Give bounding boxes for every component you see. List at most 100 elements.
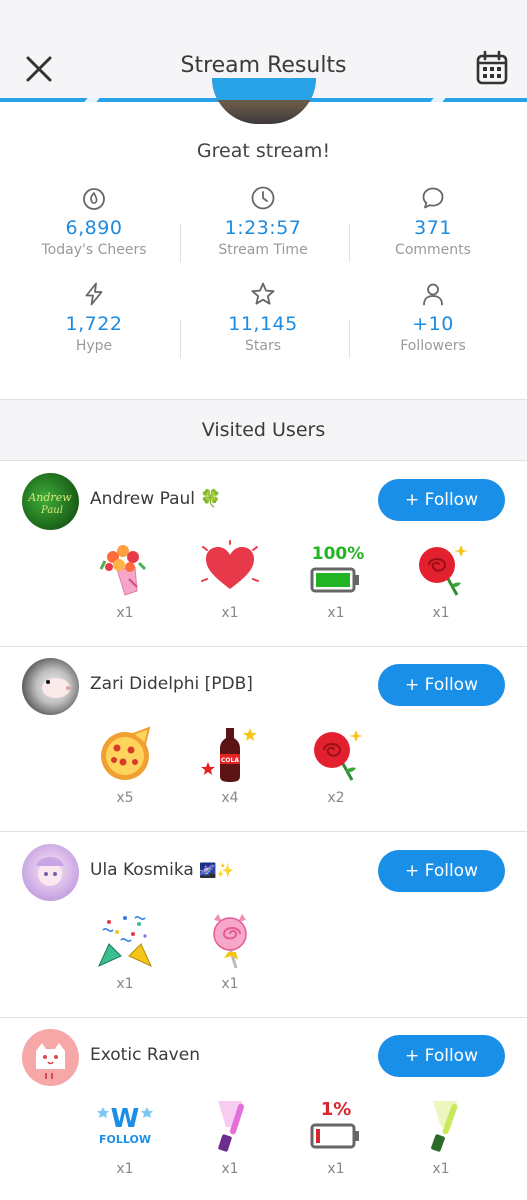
user-name-text: Zari Didelphi [PDB] — [90, 674, 253, 694]
clover-badge-icon: 🍀 — [200, 489, 222, 509]
visited-user-row: Ula Kosmika 🌌✨ + Follow x1 x1 — [0, 832, 527, 1018]
gift-count: x1 — [116, 976, 134, 992]
gift-count: x2 — [327, 790, 345, 806]
stat-value: 1,722 — [65, 313, 123, 335]
gift-item: 100% x1 — [304, 539, 368, 621]
cheers-icon — [83, 188, 105, 210]
gift-count: x1 — [116, 605, 134, 621]
stat-label: Hype — [75, 338, 113, 354]
gift-count: x1 — [432, 1161, 450, 1177]
battery-full-icon: 100% — [310, 544, 365, 593]
star-icon — [251, 282, 275, 305]
visited-user-row: Exotic Raven + Follow W FOLLOW x1 x1 1% … — [0, 1017, 527, 1200]
gift-item: x1 — [198, 1095, 262, 1177]
battery-low-label: 1% — [321, 1099, 352, 1120]
user-name[interactable]: Exotic Raven — [90, 1045, 200, 1065]
page-title: Stream Results — [180, 53, 347, 78]
stat-cheers: 6,890 Today's Cheers — [9, 185, 179, 258]
gift-item: x5 — [93, 724, 157, 806]
svg-text:Paul: Paul — [40, 505, 63, 516]
gift-item: COLA x4 — [198, 724, 262, 806]
cola-icon: COLA — [201, 728, 257, 782]
stat-comments: 371 Comments — [348, 185, 518, 258]
divider — [349, 224, 350, 262]
battery-low-icon: 1% — [310, 1099, 359, 1149]
stat-label: Followers — [400, 338, 466, 354]
battery-full-label: 100% — [312, 544, 365, 564]
avatar[interactable]: Andrew Paul — [22, 473, 79, 530]
stat-label: Stars — [244, 338, 281, 354]
stat-value: 1:23:57 — [224, 217, 302, 239]
glowstick-pink-icon — [218, 1101, 245, 1152]
gift-count: x1 — [221, 976, 239, 992]
follow-button[interactable]: + Follow — [378, 479, 505, 521]
gift-count: x1 — [327, 1161, 345, 1177]
stat-label: Comments — [395, 242, 471, 258]
divider — [180, 224, 181, 262]
user-name[interactable]: Ula Kosmika 🌌✨ — [90, 860, 234, 880]
visited-users-header: Visited Users — [0, 399, 527, 461]
gift-item: 1% x1 — [304, 1095, 368, 1177]
gift-item: x1 — [198, 910, 262, 992]
gift-count: x4 — [221, 790, 239, 806]
comment-icon — [422, 187, 444, 209]
avatar[interactable] — [22, 1029, 79, 1086]
user-name[interactable]: Zari Didelphi [PDB] — [90, 674, 253, 694]
lollipop-icon — [213, 914, 247, 969]
summary-message: Great stream! — [196, 140, 331, 162]
divider — [349, 320, 350, 358]
stat-value: 371 — [414, 217, 452, 239]
avatar[interactable] — [22, 658, 79, 715]
gift-count: x1 — [221, 605, 239, 621]
streamer-avatar — [212, 78, 316, 124]
stat-label: Today's Cheers — [41, 242, 147, 258]
stat-hype: 1,722 Hype — [9, 281, 179, 354]
follow-button[interactable]: + Follow — [378, 664, 505, 706]
gift-count: x5 — [116, 790, 134, 806]
gift-item: x1 — [409, 1095, 473, 1177]
section-title: Visited Users — [201, 419, 326, 441]
stat-followers: +10 Followers — [348, 281, 518, 354]
glowstick-green-icon — [431, 1101, 458, 1152]
stat-value: +10 — [412, 313, 454, 335]
heart-icon — [201, 540, 259, 589]
rose-icon — [419, 545, 468, 596]
rose-icon — [314, 730, 363, 781]
avatar[interactable] — [22, 844, 79, 901]
w-follow-icon: W FOLLOW — [97, 1104, 153, 1146]
stat-label: Stream Time — [218, 242, 308, 258]
galaxy-badge-icon: 🌌✨ — [199, 863, 235, 879]
user-name[interactable]: Andrew Paul 🍀 — [90, 489, 222, 509]
user-name-text: Andrew Paul — [90, 489, 195, 509]
w-letter: W — [111, 1104, 140, 1134]
visited-user-row: Zari Didelphi [PDB] + Follow x5 COLA x4 — [0, 646, 527, 832]
gift-item: x2 — [304, 724, 368, 806]
gift-item: x1 — [93, 910, 157, 992]
stat-stream-time: 1:23:57 Stream Time — [178, 185, 348, 258]
user-name-text: Ula Kosmika — [90, 860, 194, 880]
gift-count: x1 — [221, 1161, 239, 1177]
gift-item: x1 — [93, 539, 157, 621]
lightning-icon — [85, 282, 103, 306]
stat-value: 11,145 — [228, 313, 298, 335]
gift-count: x1 — [116, 1161, 134, 1177]
clock-icon — [251, 186, 275, 210]
bouquet-icon — [99, 545, 147, 596]
gift-item: W FOLLOW x1 — [93, 1095, 157, 1177]
divider — [180, 320, 181, 358]
gift-item: x1 — [409, 539, 473, 621]
person-icon — [423, 283, 443, 306]
stat-value: 6,890 — [65, 217, 123, 239]
gift-count: x1 — [432, 605, 450, 621]
stat-stars: 11,145 Stars — [178, 281, 348, 354]
follow-button[interactable]: + Follow — [378, 850, 505, 892]
follow-button[interactable]: + Follow — [378, 1035, 505, 1077]
w-follow-label: FOLLOW — [99, 1133, 151, 1146]
gift-count: x1 — [327, 605, 345, 621]
cola-label: COLA — [221, 757, 239, 764]
calendar-icon[interactable] — [475, 50, 509, 86]
gift-item: x1 — [198, 539, 262, 621]
visited-user-row: Andrew Paul Andrew Paul 🍀 + Follow x1 x1 … — [0, 461, 527, 647]
user-name-text: Exotic Raven — [90, 1045, 200, 1065]
pizza-icon — [101, 726, 151, 780]
